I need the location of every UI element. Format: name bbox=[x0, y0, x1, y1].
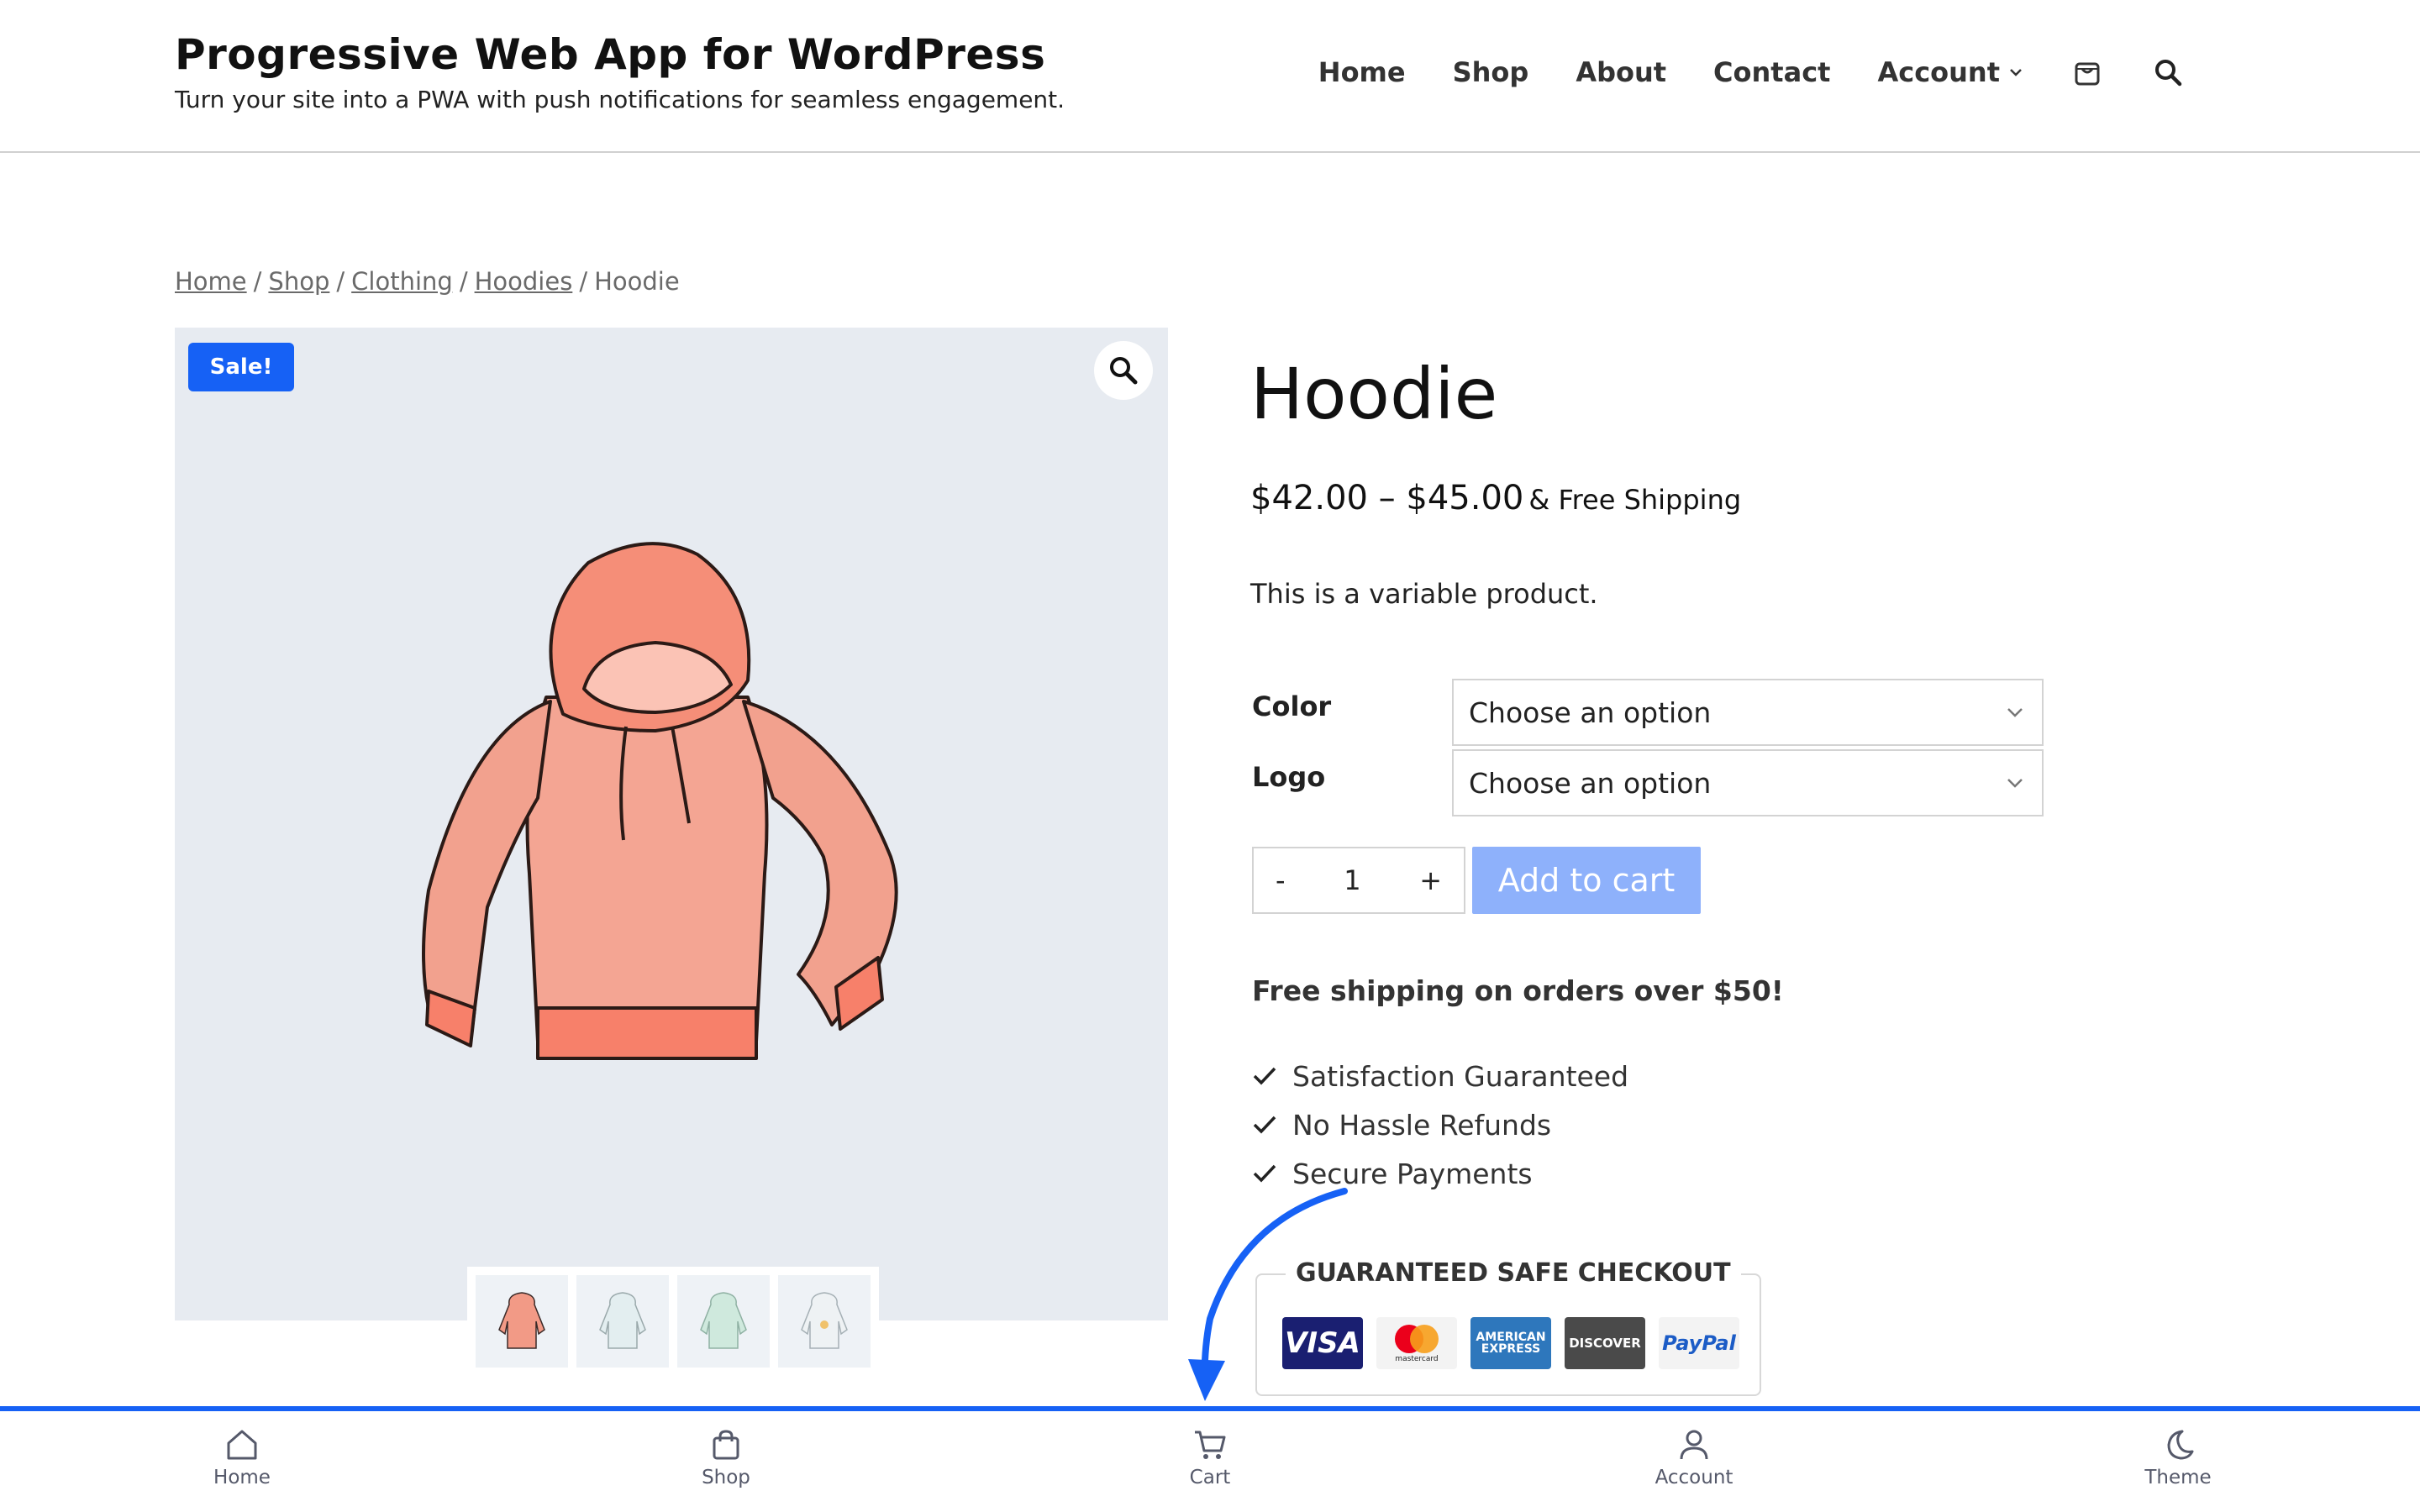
amex-card: AMERICAN EXPRESS bbox=[1470, 1317, 1551, 1369]
nav-home[interactable]: Home bbox=[1318, 56, 1406, 88]
shopping-bag-icon bbox=[713, 1430, 739, 1460]
search-icon[interactable] bbox=[2151, 55, 2185, 89]
mastercard-logo bbox=[1395, 1325, 1439, 1353]
product-description: This is a variable product. bbox=[1250, 578, 1598, 610]
zoom-button[interactable] bbox=[1094, 341, 1153, 400]
bottom-tab-shop[interactable]: Shop bbox=[642, 1428, 810, 1488]
color-select[interactable]: Choose an option bbox=[1452, 679, 2044, 746]
feature-item: No Hassle Refunds bbox=[1252, 1100, 1628, 1149]
cart-icon bbox=[1195, 1431, 1226, 1459]
thumbnail-4[interactable] bbox=[778, 1275, 871, 1368]
add-to-cart-button[interactable]: Add to cart bbox=[1472, 847, 1701, 914]
product-title: Hoodie bbox=[1250, 353, 1498, 435]
bottom-tab-cart[interactable]: Cart bbox=[1126, 1428, 1294, 1488]
bottom-tab-home[interactable]: Home bbox=[158, 1428, 326, 1488]
color-select-value: Choose an option bbox=[1469, 696, 1712, 729]
thumbnail-3[interactable] bbox=[677, 1275, 770, 1368]
nav-account-label: Account bbox=[1877, 56, 2000, 88]
product-price: $42.00 – $45.00 & Free Shipping bbox=[1250, 479, 1741, 517]
home-icon bbox=[227, 1430, 257, 1460]
qty-minus-button[interactable]: - bbox=[1276, 864, 1286, 896]
logo-select-value: Choose an option bbox=[1469, 766, 1712, 800]
feature-item: Satisfaction Guaranteed bbox=[1252, 1052, 1628, 1100]
nav-contact[interactable]: Contact bbox=[1713, 56, 1830, 88]
breadcrumb-clothing[interactable]: Clothing bbox=[351, 267, 453, 296]
nav-shop[interactable]: Shop bbox=[1453, 56, 1529, 88]
site-tagline: Turn your site into a PWA with push noti… bbox=[175, 86, 1065, 113]
paypal-card: PayPal bbox=[1659, 1317, 1739, 1369]
check-icon bbox=[1253, 1116, 1276, 1134]
breadcrumb-hoodies[interactable]: Hoodies bbox=[475, 267, 573, 296]
chevron-down-icon bbox=[2010, 69, 2022, 76]
qty-input[interactable]: 1 bbox=[1344, 864, 1360, 896]
user-icon bbox=[1680, 1430, 1708, 1460]
thumbnail-1[interactable] bbox=[476, 1275, 568, 1368]
quantity-stepper: - 1 + bbox=[1252, 847, 1465, 914]
hoodie-image[interactable] bbox=[403, 521, 941, 1126]
chevron-down-icon bbox=[2007, 779, 2023, 788]
breadcrumb-shop[interactable]: Shop bbox=[268, 267, 329, 296]
main-nav: Home Shop About Contact Account bbox=[1318, 55, 2185, 89]
price-suffix: & Free Shipping bbox=[1528, 484, 1742, 516]
gallery-thumbnails bbox=[467, 1267, 879, 1376]
cart-icon[interactable] bbox=[2070, 55, 2104, 89]
header-divider bbox=[0, 151, 2420, 153]
thumbnail-2[interactable] bbox=[576, 1275, 669, 1368]
mastercard-card: mastercard bbox=[1376, 1317, 1457, 1369]
breadcrumb: Home / Shop / Clothing / Hoodies / Hoodie bbox=[175, 267, 680, 296]
price-range: $42.00 – $45.00 bbox=[1250, 479, 1524, 517]
breadcrumb-home[interactable]: Home bbox=[175, 267, 247, 296]
variation-label-logo: Logo bbox=[1252, 761, 1326, 793]
bottom-tab-theme[interactable]: Theme bbox=[2094, 1428, 2262, 1488]
check-icon bbox=[1253, 1067, 1276, 1085]
chevron-down-icon bbox=[2007, 708, 2023, 717]
qty-plus-button[interactable]: + bbox=[1419, 864, 1442, 896]
callout-arrow bbox=[1188, 1188, 1348, 1401]
magnifier-icon bbox=[1110, 357, 1138, 385]
discover-card: DISCOVER bbox=[1565, 1317, 1645, 1369]
breadcrumb-current: Hoodie bbox=[594, 267, 680, 296]
nav-account[interactable]: Account bbox=[1877, 56, 2023, 88]
site-title[interactable]: Progressive Web App for WordPress bbox=[175, 30, 1045, 79]
variation-label-color: Color bbox=[1252, 690, 1332, 722]
free-shipping-note: Free shipping on orders over $50! bbox=[1252, 974, 1784, 1007]
bottom-tab-account[interactable]: Account bbox=[1610, 1428, 1778, 1488]
logo-select[interactable]: Choose an option bbox=[1452, 749, 2044, 816]
sale-badge: Sale! bbox=[188, 343, 294, 391]
moon-icon bbox=[2167, 1430, 2194, 1460]
nav-about[interactable]: About bbox=[1576, 56, 1666, 88]
